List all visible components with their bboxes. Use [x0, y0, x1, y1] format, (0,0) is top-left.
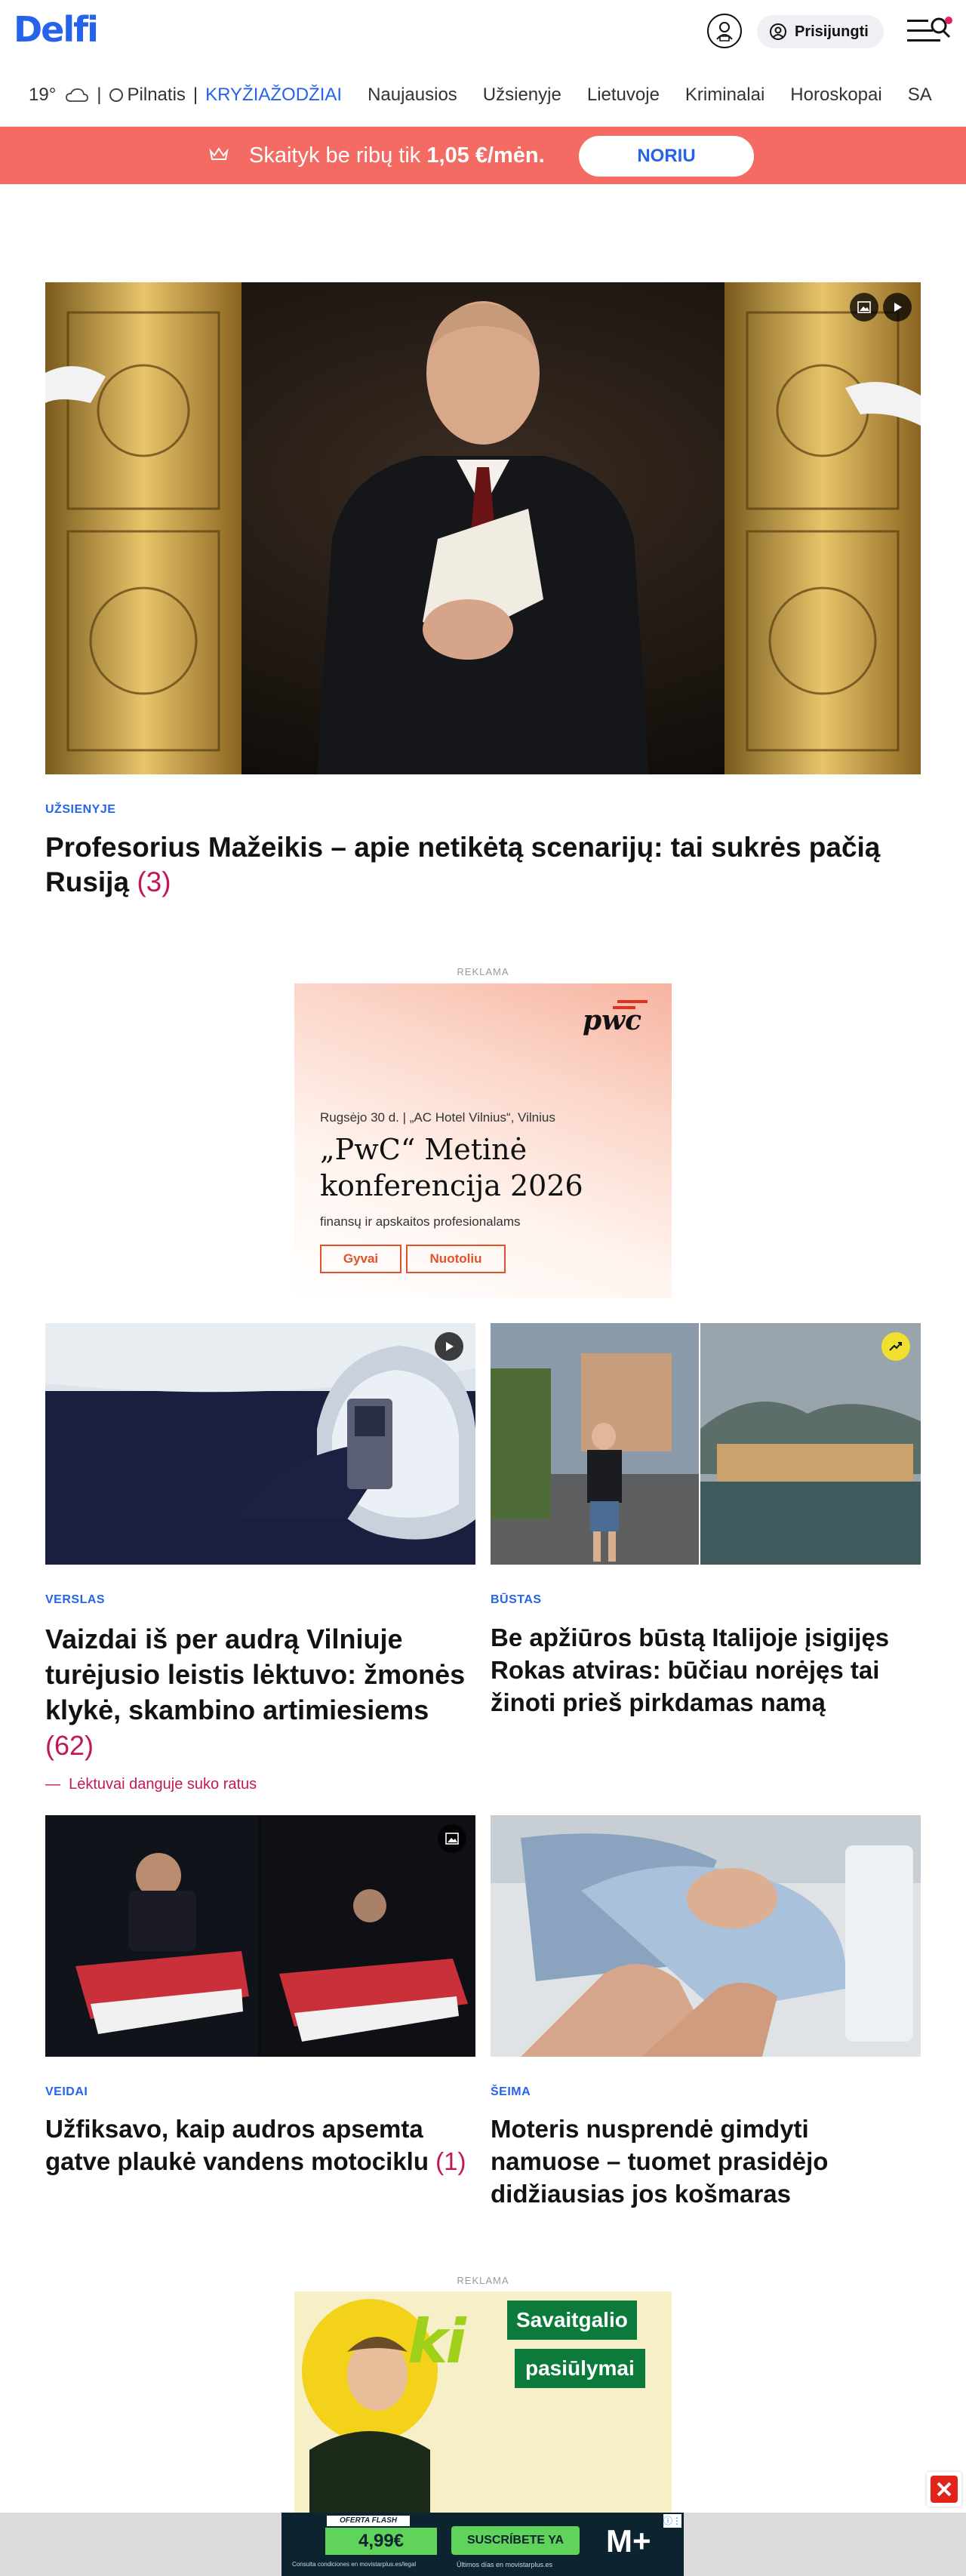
comment-count[interactable]: (1)	[435, 2147, 466, 2175]
article-title[interactable]: Moteris nusprendė gimdyti namuose – tuom…	[491, 2115, 828, 2208]
nav-item-sa[interactable]: SA	[908, 85, 932, 106]
bottom-sticky-ad[interactable]: OFERTA FLASH 4,99€ Consulta condiciones …	[0, 2513, 966, 2576]
article-headline[interactable]: Moteris nusprendė gimdyti namuose – tuom…	[491, 2113, 921, 2210]
ad-title-line2: konferencija 2026	[320, 1169, 583, 1202]
nav-divider: |	[192, 85, 198, 105]
article-image-hospital[interactable]	[491, 1815, 921, 2057]
ad-subtitle: finansų ir apskaitos profesionalams	[320, 1214, 521, 1229]
pwc-advertisement[interactable]: pwc Rugsėjo 30 d. | „AC Hotel Vilnius“, …	[294, 983, 672, 1298]
nav-item-uzsienyje[interactable]: Užsienyje	[483, 85, 561, 106]
hero-image[interactable]	[45, 282, 921, 774]
rimi-advertisement[interactable]: ki Savaitgalio pasiūlymai	[294, 2291, 672, 2518]
site-header: Delfi Prisijungti	[0, 0, 966, 63]
nav-item-kryziazodziai[interactable]: KRYŽIAŽODŽIAI	[205, 85, 342, 106]
pwc-logo: pwc	[583, 1005, 642, 1036]
article-category[interactable]: VEIDAI	[45, 2085, 88, 2099]
article-category[interactable]: BŪSTAS	[491, 1593, 542, 1607]
subscribe-button[interactable]: NORIU	[579, 136, 754, 177]
weather-widget[interactable]: 19°	[29, 85, 89, 106]
article-image-jetski[interactable]	[45, 1815, 475, 2057]
notification-dot	[945, 17, 952, 24]
movistar-ad[interactable]: OFERTA FLASH 4,99€ Consulta condiciones …	[281, 2513, 684, 2576]
article-image-plane[interactable]	[45, 1323, 475, 1565]
ad-label: REKLAMA	[457, 2275, 509, 2286]
hero-headline[interactable]: Profesorius Mažeikis – apie netikėtą sce…	[45, 830, 921, 900]
nav-item-horoskopai[interactable]: Horoskopai	[790, 85, 881, 106]
moon-phase-icon	[109, 88, 123, 102]
ad-brand: ki	[408, 2307, 466, 2377]
related-link[interactable]: — Lėktuvai danguje suko ratus	[45, 1776, 257, 1793]
close-ad-button[interactable]	[927, 2472, 961, 2507]
promo-price: 1,05 €/mėn.	[426, 143, 545, 168]
ad-date: Rugsėjo 30 d. | „AC Hotel Vilnius“, Viln…	[320, 1110, 555, 1125]
close-icon	[931, 2476, 958, 2503]
moon-phase-label[interactable]: Pilnatis	[128, 85, 186, 106]
article-category[interactable]: ŠEIMA	[491, 2085, 531, 2099]
article-headline[interactable]: Be apžiūros būstą Italijoje įsigijęs Rok…	[491, 1621, 921, 1719]
cloud-icon	[66, 88, 89, 102]
comment-count[interactable]: (62)	[45, 1730, 94, 1761]
article-headline[interactable]: Vaizdai iš per audrą Vilniuje turėjusio …	[45, 1621, 475, 1763]
article-title[interactable]: Užfiksavo, kaip audros apsemta gatve pla…	[45, 2115, 429, 2175]
ad-live-button[interactable]: Gyvai	[320, 1245, 401, 1273]
gallery-icon	[438, 1824, 466, 1853]
subscribe-cta[interactable]: SUSCRÍBETE YA	[451, 2526, 580, 2555]
menu-search-button[interactable]	[906, 14, 954, 48]
video-play-icon	[435, 1332, 463, 1361]
reader-avatar-icon[interactable]	[707, 14, 742, 48]
login-button[interactable]: Prisijungti	[757, 15, 884, 48]
ad-title: „PwC“ Metinė konferencija 2026	[320, 1131, 583, 1204]
oferta-flash: OFERTA FLASH	[327, 2516, 410, 2526]
article-headline[interactable]: Užfiksavo, kaip audros apsemta gatve pla…	[45, 2113, 475, 2177]
ad-price: 4,99€	[325, 2528, 437, 2555]
nav-item-naujausios[interactable]: Naujausios	[368, 85, 457, 106]
ad-title-line1: „PwC“ Metinė	[320, 1133, 528, 1166]
promo-text-prefix: Skaityk be ribų tik	[249, 143, 427, 168]
ad-remote-button[interactable]: Nuotoliu	[406, 1245, 506, 1273]
nav-item-kriminalai[interactable]: Kriminalai	[685, 85, 764, 106]
article-title[interactable]: Vaizdai iš per audrą Vilniuje turėjusio …	[45, 1623, 465, 1725]
user-icon	[770, 23, 786, 40]
ad-line2: pasiūlymai	[515, 2349, 645, 2388]
movistar-logo: M+	[606, 2523, 651, 2559]
ad-fine-right: Últimos días en movistarplus.es	[457, 2561, 553, 2568]
nav-divider: |	[97, 85, 102, 105]
gallery-icon	[850, 293, 878, 322]
crown-icon	[209, 147, 229, 160]
temperature: 19°	[29, 85, 57, 105]
category-nav: 19° | Pilnatis | KRYŽIAŽODŽIAI Naujausio…	[0, 63, 966, 127]
article-image-italy[interactable]	[491, 1323, 921, 1565]
ad-fine-left: Consulta condiciones en movistarplus.es/…	[292, 2561, 417, 2568]
trending-icon	[881, 1332, 910, 1361]
login-label: Prisijungti	[795, 23, 869, 40]
related-link-label[interactable]: Lėktuvai danguje suko ratus	[69, 1776, 257, 1793]
nav-item-lietuvoje[interactable]: Lietuvoje	[587, 85, 660, 106]
video-play-icon	[883, 293, 912, 322]
promo-text: Skaityk be ribų tik 1,05 €/mėn.	[249, 143, 545, 168]
subscription-promo-bar: Skaityk be ribų tik 1,05 €/mėn. NORIU	[0, 127, 966, 184]
article-title[interactable]: Be apžiūros būstą Italijoje įsigijęs Rok…	[491, 1623, 889, 1716]
ad-info-icon[interactable]: ⓘ⋮	[663, 2514, 681, 2528]
ad-label: REKLAMA	[457, 966, 509, 977]
delfi-logo[interactable]: Delfi	[14, 9, 99, 50]
hero-category[interactable]: UŽSIENYJE	[45, 803, 115, 817]
article-category[interactable]: VERSLAS	[45, 1593, 105, 1607]
comment-count[interactable]: (3)	[137, 866, 171, 897]
ad-line1: Savaitgalio	[507, 2301, 637, 2340]
